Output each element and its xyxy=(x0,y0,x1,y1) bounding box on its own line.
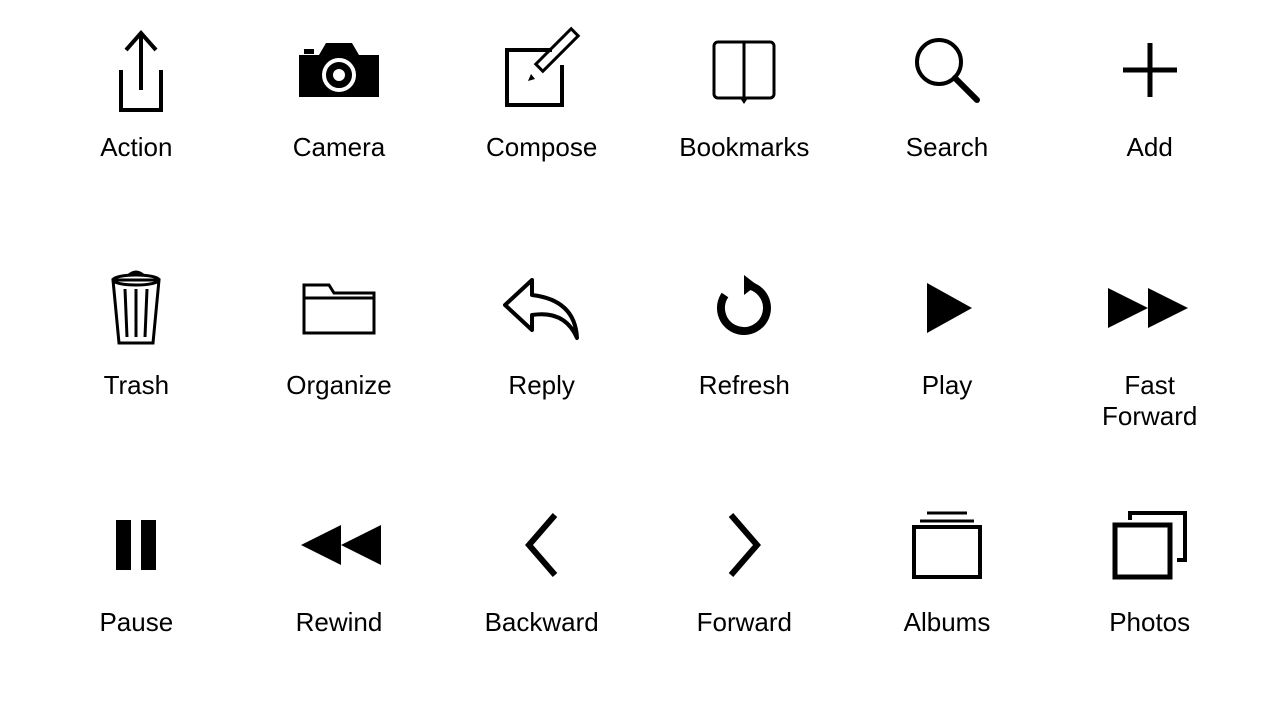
play-label: Play xyxy=(922,370,973,401)
camera-icon xyxy=(243,20,436,120)
add-label: Add xyxy=(1127,132,1173,163)
refresh-icon xyxy=(648,258,841,358)
cell-reply: Reply xyxy=(445,258,638,466)
trash-label: Trash xyxy=(104,370,170,401)
action-label: Action xyxy=(100,132,172,163)
fast-forward-label: Fast Forward xyxy=(1102,370,1197,432)
cell-organize: Organize xyxy=(243,258,436,466)
cell-trash: Trash xyxy=(40,258,233,466)
camera-label: Camera xyxy=(293,132,385,163)
photos-label: Photos xyxy=(1109,607,1190,638)
cell-add: Add xyxy=(1053,20,1246,228)
action-icon xyxy=(40,20,233,120)
rewind-label: Rewind xyxy=(296,607,383,638)
cell-backward: Backward xyxy=(445,495,638,703)
cell-photos: Photos xyxy=(1053,495,1246,703)
backward-label: Backward xyxy=(485,607,599,638)
cell-bookmarks: Bookmarks xyxy=(648,20,841,228)
fast-forward-icon xyxy=(1053,258,1246,358)
compose-label: Compose xyxy=(486,132,597,163)
cell-rewind: Rewind xyxy=(243,495,436,703)
refresh-label: Refresh xyxy=(699,370,790,401)
add-icon xyxy=(1053,20,1246,120)
forward-label: Forward xyxy=(697,607,792,638)
play-icon xyxy=(851,258,1044,358)
cell-pause: Pause xyxy=(40,495,233,703)
cell-action: Action xyxy=(40,20,233,228)
cell-camera: Camera xyxy=(243,20,436,228)
cell-search: Search xyxy=(851,20,1044,228)
compose-icon xyxy=(445,20,638,120)
bookmarks-icon xyxy=(648,20,841,120)
reply-icon xyxy=(445,258,638,358)
albums-label: Albums xyxy=(904,607,991,638)
organize-label: Organize xyxy=(286,370,392,401)
icon-grid: Action Camera Compose xyxy=(40,20,1246,703)
albums-icon xyxy=(851,495,1044,595)
bookmarks-label: Bookmarks xyxy=(679,132,809,163)
forward-icon xyxy=(648,495,841,595)
cell-play: Play xyxy=(851,258,1044,466)
pause-icon xyxy=(40,495,233,595)
search-icon xyxy=(851,20,1044,120)
cell-refresh: Refresh xyxy=(648,258,841,466)
trash-icon xyxy=(40,258,233,358)
cell-albums: Albums xyxy=(851,495,1044,703)
search-label: Search xyxy=(906,132,988,163)
pause-label: Pause xyxy=(99,607,173,638)
cell-forward: Forward xyxy=(648,495,841,703)
photos-icon xyxy=(1053,495,1246,595)
organize-icon xyxy=(243,258,436,358)
cell-fast-forward: Fast Forward xyxy=(1053,258,1246,466)
rewind-icon xyxy=(243,495,436,595)
backward-icon xyxy=(445,495,638,595)
reply-label: Reply xyxy=(508,370,574,401)
cell-compose: Compose xyxy=(445,20,638,228)
